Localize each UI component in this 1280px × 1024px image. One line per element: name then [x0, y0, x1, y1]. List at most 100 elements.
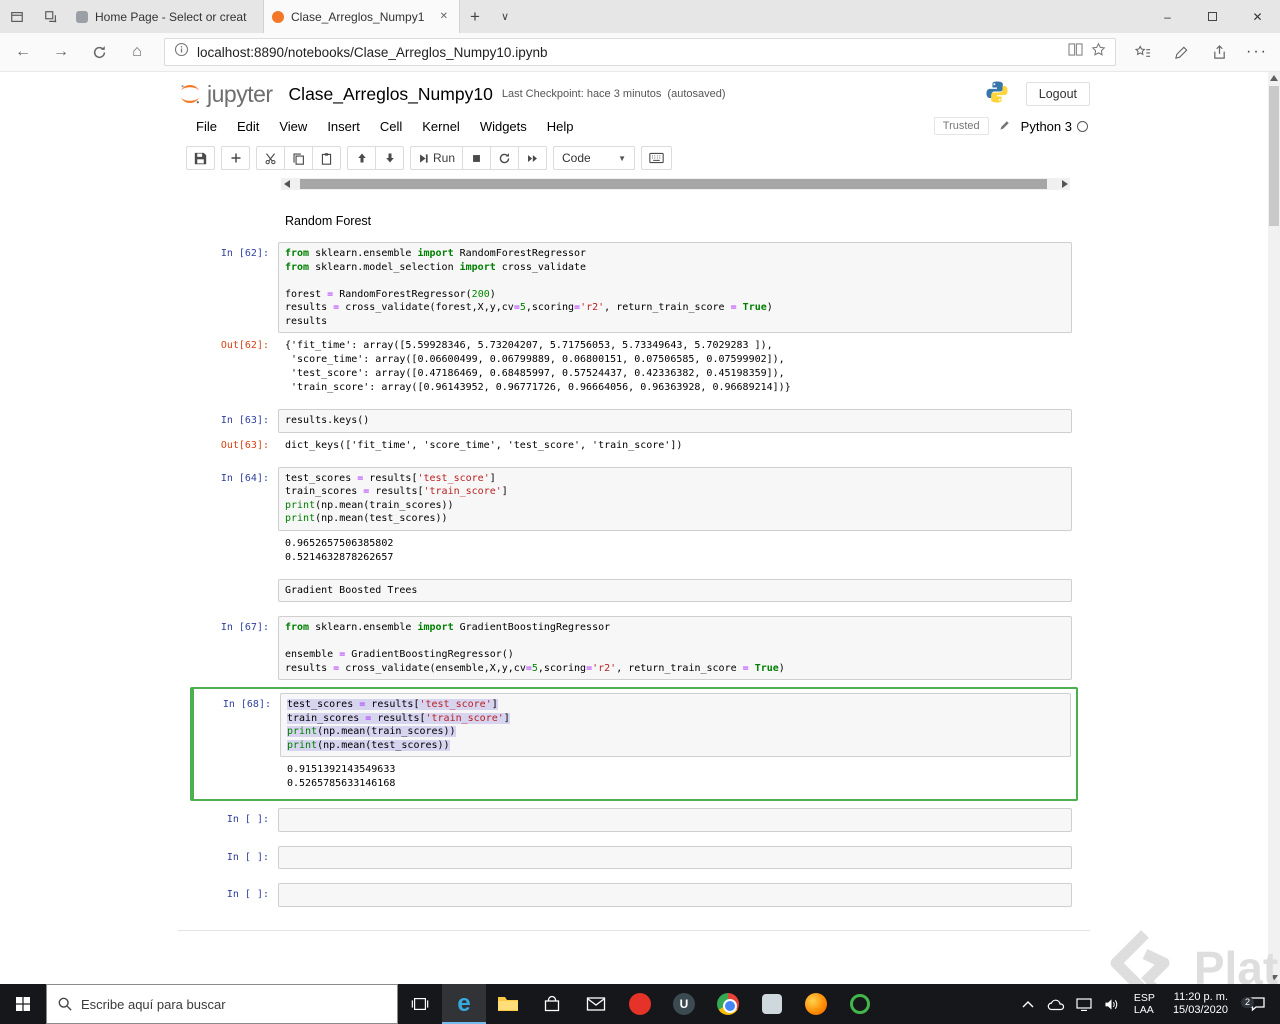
menu-view[interactable]: View [269, 119, 317, 134]
tab-preview-icon[interactable] [0, 0, 34, 33]
move-cell-down-button[interactable] [375, 146, 404, 170]
code-cell[interactable]: In [ ]: [178, 876, 1090, 914]
browser-tab-home[interactable]: Home Page - Select or creat [68, 0, 264, 33]
site-info-icon[interactable] [174, 42, 189, 62]
menu-edit[interactable]: Edit [227, 119, 269, 134]
window-maximize-button[interactable] [1190, 0, 1235, 33]
url-text[interactable]: localhost:8890/notebooks/Clase_Arreglos_… [197, 45, 1060, 60]
copy-cell-button[interactable] [284, 146, 313, 170]
menu-widgets[interactable]: Widgets [470, 119, 537, 134]
system-tray: ESP LAA 11:20 p. m. 15/03/2020 2 [1016, 984, 1280, 1024]
markdown-cell[interactable]: Random Forest [178, 204, 1090, 235]
restart-run-all-button[interactable] [518, 146, 548, 170]
home-tab-favicon-icon [76, 10, 88, 23]
task-view-button[interactable] [398, 984, 442, 1024]
menu-kernel[interactable]: Kernel [412, 119, 470, 134]
taskbar-app-red-icon[interactable] [618, 984, 662, 1024]
scroll-left-arrow-icon[interactable] [281, 180, 292, 188]
add-cell-button[interactable] [221, 146, 250, 170]
paste-cell-button[interactable] [312, 146, 341, 170]
taskbar-chrome-icon[interactable] [706, 984, 750, 1024]
code-input[interactable]: from sklearn.ensemble import RandomFores… [278, 242, 1072, 333]
logout-button[interactable]: Logout [1025, 82, 1090, 106]
onedrive-cloud-icon[interactable] [1044, 998, 1068, 1011]
scroll-up-arrow-icon[interactable] [1268, 72, 1280, 84]
scroll-right-arrow-icon[interactable] [1059, 180, 1070, 188]
home-button[interactable]: ⌂ [118, 33, 156, 72]
code-input[interactable] [278, 883, 1072, 907]
language-indicator[interactable]: ESP LAA [1128, 992, 1161, 1016]
network-icon[interactable] [1072, 997, 1096, 1011]
web-note-pen-icon[interactable] [1162, 33, 1200, 72]
menu-file[interactable]: File [186, 119, 227, 134]
add-favorite-star-icon[interactable] [1091, 42, 1106, 62]
taskbar-app-u-icon[interactable]: U [662, 984, 706, 1024]
notebook-horizontal-scrollbar[interactable] [281, 178, 1070, 190]
restart-kernel-button[interactable] [490, 146, 520, 170]
back-button[interactable]: ← [4, 33, 42, 72]
code-text: test_scores = results['test_score'] train… [285, 472, 508, 525]
code-input[interactable] [278, 845, 1072, 869]
vertical-scroll-thumb[interactable] [1269, 86, 1279, 226]
taskbar-search-input[interactable]: Escribe aquí para buscar [46, 984, 398, 1024]
interrupt-kernel-button[interactable] [462, 146, 492, 170]
code-cell[interactable]: In [63]: results.keys() Out[63]: dict_keys(… [178, 402, 1090, 460]
tab-close-icon[interactable]: ✕ [437, 9, 451, 24]
code-cell[interactable]: In [67]: from sklearn.ensemble import Gra… [178, 609, 1090, 687]
cell-output: dict_keys(['fit_time', 'score_time', 'te… [278, 438, 1072, 453]
start-button[interactable] [0, 984, 46, 1024]
share-icon[interactable] [1200, 33, 1238, 72]
code-input[interactable] [278, 808, 1072, 832]
command-palette-button[interactable] [641, 146, 673, 170]
taskbar-mail-icon[interactable] [574, 984, 618, 1024]
address-bar[interactable]: localhost:8890/notebooks/Clase_Arreglos_… [164, 38, 1116, 66]
browser-vertical-scrollbar[interactable] [1268, 72, 1280, 984]
raw-cell-content[interactable]: Gradient Boosted Trees [278, 578, 1072, 602]
volume-icon[interactable] [1100, 998, 1124, 1011]
code-text [285, 813, 1065, 827]
refresh-button[interactable] [80, 33, 118, 72]
tab-list-caret-icon[interactable]: ∨ [490, 0, 520, 33]
horizontal-scroll-thumb[interactable] [300, 179, 1047, 189]
taskbar-firefox-icon[interactable] [794, 984, 838, 1024]
taskbar-edge-icon[interactable]: e [442, 984, 486, 1024]
code-cell[interactable]: In [62]: from sklearn.ensemble import Ran… [178, 235, 1090, 402]
code-cell[interactable]: In [ ]: [178, 801, 1090, 839]
menu-help[interactable]: Help [537, 119, 584, 134]
taskbar-file-explorer-icon[interactable] [486, 984, 530, 1024]
taskbar-app-green-icon[interactable] [838, 984, 882, 1024]
forward-button[interactable]: → [42, 33, 80, 72]
window-close-button[interactable]: ✕ [1235, 0, 1280, 33]
notebook-title[interactable]: Clase_Arreglos_Numpy10 [289, 84, 493, 105]
code-input[interactable]: results.keys() [278, 409, 1072, 433]
code-cell[interactable]: In [ ]: [178, 839, 1090, 877]
code-input[interactable]: test_scores = results['test_score'] train… [278, 466, 1072, 531]
menu-cell[interactable]: Cell [370, 119, 412, 134]
tab-label: Home Page - Select or creat [95, 9, 247, 24]
raw-cell[interactable]: Gradient Boosted Trees [178, 572, 1090, 610]
reading-view-icon[interactable] [1068, 43, 1083, 61]
code-input[interactable]: test_scores = results['test_score'] train… [280, 693, 1071, 757]
menu-insert[interactable]: Insert [317, 119, 370, 134]
save-button[interactable] [186, 146, 215, 170]
move-cell-up-button[interactable] [347, 146, 376, 170]
set-tabs-aside-icon[interactable] [34, 0, 68, 33]
run-cell-button[interactable]: Run [410, 146, 464, 170]
taskbar-store-icon[interactable] [530, 984, 574, 1024]
code-cell[interactable]: In [68]: test_scores = results['test_scor… [190, 687, 1078, 801]
code-input[interactable]: from sklearn.ensemble import GradientBoo… [278, 616, 1072, 680]
jupyter-logo[interactable]: jupyter [178, 81, 273, 108]
new-tab-button[interactable]: + [460, 0, 490, 33]
favorites-hub-icon[interactable] [1124, 33, 1162, 72]
window-minimize-button[interactable]: – [1145, 0, 1190, 33]
more-options-icon[interactable]: ··· [1238, 33, 1276, 72]
output-prompt [178, 536, 278, 565]
tray-chevron-up-icon[interactable] [1016, 1000, 1040, 1008]
action-center-button[interactable]: 2 [1240, 996, 1274, 1012]
clock[interactable]: 11:20 p. m. 15/03/2020 [1165, 991, 1236, 1017]
taskbar-photos-icon[interactable] [750, 984, 794, 1024]
browser-tab-notebook[interactable]: Clase_Arreglos_Numpy1 ✕ [264, 0, 460, 33]
cut-cell-button[interactable] [256, 146, 285, 170]
cell-type-select[interactable]: Code ▼ [553, 146, 636, 170]
code-cell[interactable]: In [64]: test_scores = results['test_scor… [178, 460, 1090, 572]
